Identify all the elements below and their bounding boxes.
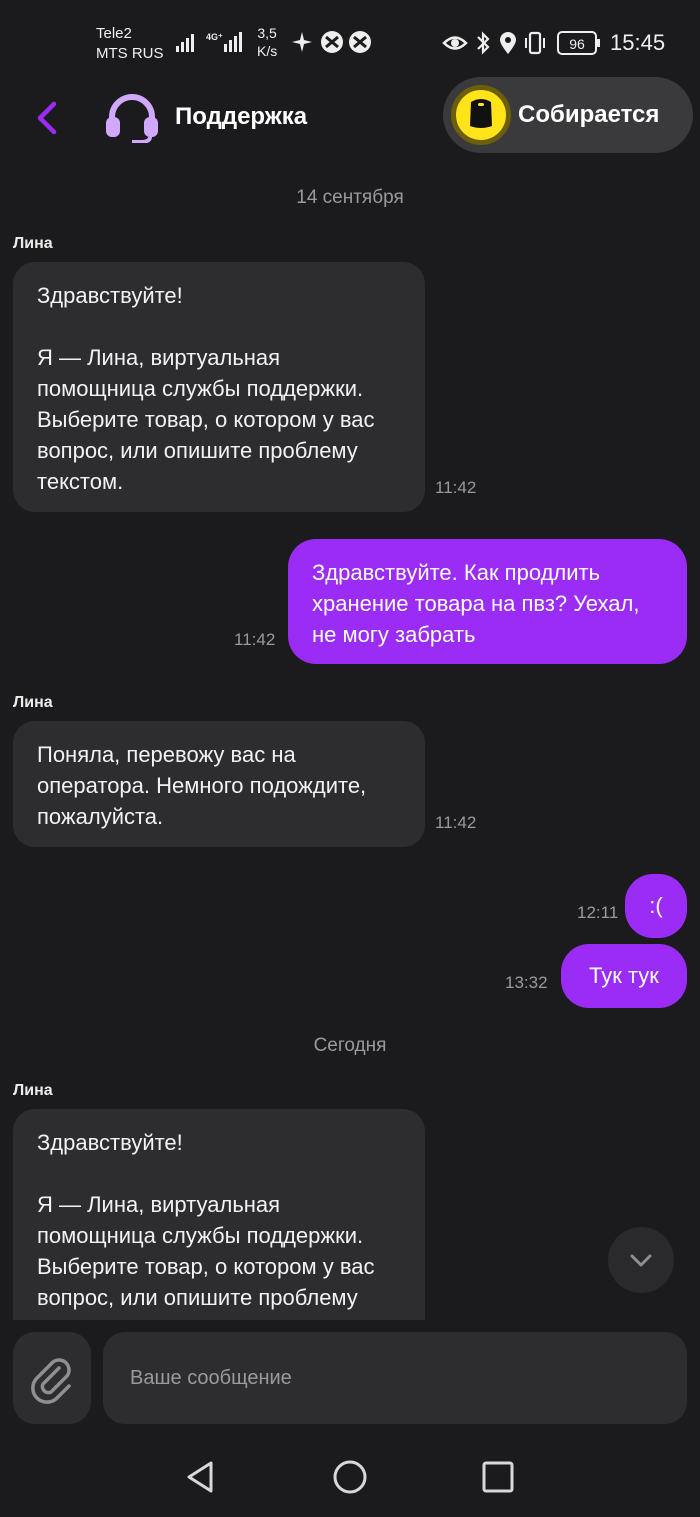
- order-status-button[interactable]: Собирается: [443, 77, 693, 153]
- message-time: 11:42: [234, 630, 276, 649]
- message-time: 13:32: [505, 973, 548, 992]
- page-title: Поддержка: [175, 103, 308, 130]
- nav-recents-button[interactable]: [478, 1457, 518, 1497]
- battery-level: 96: [569, 36, 585, 52]
- app-icon: [349, 31, 371, 53]
- bag-icon: [470, 99, 492, 128]
- carrier-1: Tele2: [96, 25, 132, 42]
- date-separator: 14 сентября: [296, 187, 404, 208]
- location-icon: [500, 32, 516, 54]
- nav-back-button[interactable]: [181, 1457, 221, 1497]
- carrier-2: MTS RUS: [96, 45, 164, 62]
- back-button[interactable]: [30, 98, 64, 138]
- app-icon: [321, 31, 343, 53]
- nav-home-button[interactable]: [330, 1457, 370, 1497]
- outgoing-message: Здравствуйте. Как продлить хранение това…: [288, 539, 687, 664]
- notification-icons: [292, 31, 371, 53]
- bluetooth-icon: [477, 31, 490, 55]
- incoming-message: Здравствуйте! Я — Лина, виртуальная помо…: [13, 1109, 425, 1320]
- paperclip-icon: [31, 1358, 71, 1404]
- message-sender: Лина: [13, 235, 53, 252]
- message-list[interactable]: 14 сентября Лина Здравствуйте! Я — Лина,…: [0, 155, 700, 1320]
- message-sender: Лина: [13, 694, 53, 711]
- network-speed: 3,5 K/s: [257, 25, 278, 59]
- message-time: 11:42: [435, 813, 477, 832]
- system-icons: 96: [442, 31, 600, 55]
- message-input[interactable]: [103, 1332, 687, 1424]
- attach-button[interactable]: [13, 1332, 91, 1424]
- date-separator: Сегодня: [313, 1035, 387, 1056]
- incoming-message: Здравствуйте! Я — Лина, виртуальная помо…: [13, 262, 425, 512]
- carrier-names: Tele2 MTS RUS: [96, 24, 164, 64]
- clock: 15:45: [610, 30, 666, 55]
- headset-icon: [106, 94, 158, 143]
- message-time: 11:42: [435, 478, 477, 497]
- order-status-label: Собирается: [518, 101, 660, 128]
- message-composer: [0, 1320, 700, 1435]
- status-bar: Tele2 MTS RUS 4G⁺ 3,5 K/s 96 15:45: [0, 0, 700, 80]
- sparkle-icon: [292, 32, 312, 52]
- vibrate-icon: [525, 31, 545, 55]
- message-time: 12:11: [577, 903, 619, 922]
- order-thumbnail: [451, 85, 511, 145]
- eye-icon: [442, 36, 468, 50]
- outgoing-message: Тук тук: [561, 944, 687, 1008]
- outgoing-message: :(: [625, 874, 687, 938]
- scroll-down-button[interactable]: [608, 1227, 674, 1293]
- svg-text:4G⁺: 4G⁺: [206, 32, 223, 42]
- signal-icon: 4G⁺: [176, 32, 242, 52]
- incoming-message: Поняла, перевожу вас на оператора. Немно…: [13, 721, 425, 847]
- chat-header: Поддержка Собирается: [0, 77, 700, 155]
- system-nav-bar: [0, 1435, 700, 1517]
- message-sender: Лина: [13, 1082, 53, 1099]
- chevron-down-icon: [630, 1254, 652, 1267]
